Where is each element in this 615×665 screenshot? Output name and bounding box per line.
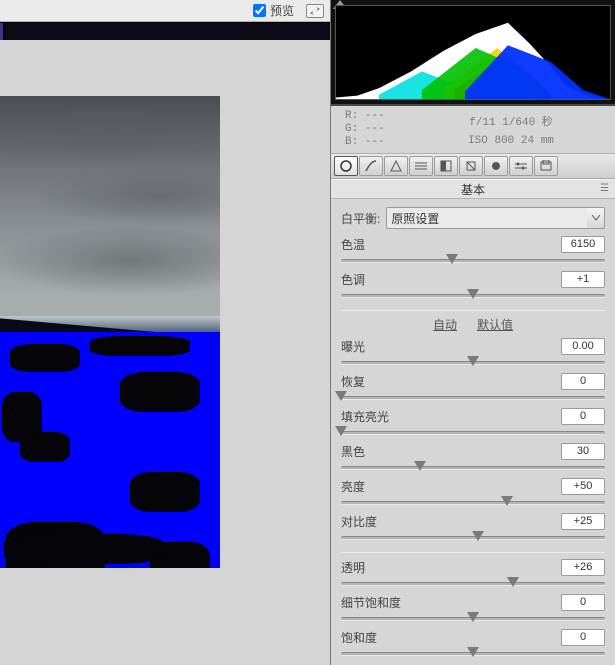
presets-icon[interactable] bbox=[534, 156, 558, 176]
black-slider[interactable] bbox=[341, 461, 605, 475]
recovery-slider[interactable] bbox=[341, 391, 605, 405]
g-label: G: bbox=[345, 123, 358, 135]
tint-slider[interactable] bbox=[341, 289, 605, 303]
basic-header: 基本 ☰ bbox=[331, 179, 615, 199]
vibrance-slider[interactable] bbox=[341, 612, 605, 626]
tone-curve-icon[interactable] bbox=[359, 156, 383, 176]
swap-view-icon[interactable] bbox=[306, 4, 324, 18]
r-value: --- bbox=[365, 110, 385, 122]
brightness-value[interactable]: +50 bbox=[561, 478, 605, 495]
fill-light-label: 填充亮光 bbox=[341, 408, 389, 425]
saturation-value[interactable]: 0 bbox=[561, 629, 605, 646]
recovery-label: 恢复 bbox=[341, 373, 365, 390]
wb-label: 白平衡: bbox=[341, 210, 380, 227]
temperature-label: 色温 bbox=[341, 236, 365, 253]
recovery-value[interactable]: 0 bbox=[561, 373, 605, 390]
black-value[interactable]: 30 bbox=[561, 443, 605, 460]
basic-panel: 白平衡: 色温 6150 色调 +1 bbox=[331, 199, 615, 665]
clarity-slider[interactable] bbox=[341, 577, 605, 591]
black-label: 黑色 bbox=[341, 443, 365, 460]
fill-light-slider[interactable] bbox=[341, 426, 605, 440]
histogram[interactable] bbox=[335, 5, 611, 100]
sharpen-icon[interactable] bbox=[384, 156, 408, 176]
wb-select[interactable] bbox=[386, 207, 591, 229]
exposure-label: 曝光 bbox=[341, 338, 365, 355]
b-label: B: bbox=[345, 136, 358, 148]
temperature-slider[interactable] bbox=[341, 254, 605, 268]
preview-bar: 预览 bbox=[0, 0, 330, 22]
vibrance-value[interactable]: 0 bbox=[561, 594, 605, 611]
metadata-panel: R: --- G: --- B: --- f/11 1/640 秒 ISO 80… bbox=[331, 106, 615, 153]
tool-row bbox=[331, 154, 615, 180]
vibrance-label: 细节饱和度 bbox=[341, 594, 401, 611]
brightness-label: 亮度 bbox=[341, 478, 365, 495]
contrast-label: 对比度 bbox=[341, 513, 377, 530]
exposure-slider[interactable] bbox=[341, 356, 605, 370]
preview-label: 预览 bbox=[270, 2, 294, 19]
tint-value[interactable]: +1 bbox=[561, 271, 605, 288]
default-link[interactable]: 默认值 bbox=[477, 316, 513, 333]
contrast-slider[interactable] bbox=[341, 531, 605, 545]
aperture-shutter: f/11 1/640 秒 bbox=[417, 114, 605, 132]
iso-focal: ISO 800 24 mm bbox=[417, 132, 605, 150]
exposure-value[interactable]: 0.00 bbox=[561, 338, 605, 355]
preview-checkbox[interactable] bbox=[253, 4, 266, 17]
fx-icon[interactable] bbox=[484, 156, 508, 176]
basic-icon[interactable] bbox=[334, 156, 358, 176]
auto-link[interactable]: 自动 bbox=[433, 316, 457, 333]
temperature-value[interactable]: 6150 bbox=[561, 236, 605, 253]
brightness-slider[interactable] bbox=[341, 496, 605, 510]
histogram-panel bbox=[331, 0, 615, 106]
calibrate-icon[interactable] bbox=[509, 156, 533, 176]
clarity-value[interactable]: +26 bbox=[561, 559, 605, 576]
tint-label: 色调 bbox=[341, 271, 365, 288]
r-label: R: bbox=[345, 110, 358, 122]
split-tone-icon[interactable] bbox=[434, 156, 458, 176]
fill-light-value[interactable]: 0 bbox=[561, 408, 605, 425]
image-preview[interactable] bbox=[0, 96, 220, 568]
clarity-label: 透明 bbox=[341, 559, 365, 576]
chevron-down-icon[interactable] bbox=[587, 207, 605, 229]
filmstrip bbox=[0, 22, 330, 40]
hsl-icon[interactable] bbox=[409, 156, 433, 176]
lens-icon[interactable] bbox=[459, 156, 483, 176]
basic-title: 基本 bbox=[461, 181, 485, 198]
saturation-slider[interactable] bbox=[341, 647, 605, 661]
panel-menu-icon[interactable]: ☰ bbox=[600, 183, 609, 194]
b-value: --- bbox=[365, 136, 385, 148]
g-value: --- bbox=[365, 123, 385, 135]
saturation-label: 饱和度 bbox=[341, 629, 377, 646]
contrast-value[interactable]: +25 bbox=[561, 513, 605, 530]
